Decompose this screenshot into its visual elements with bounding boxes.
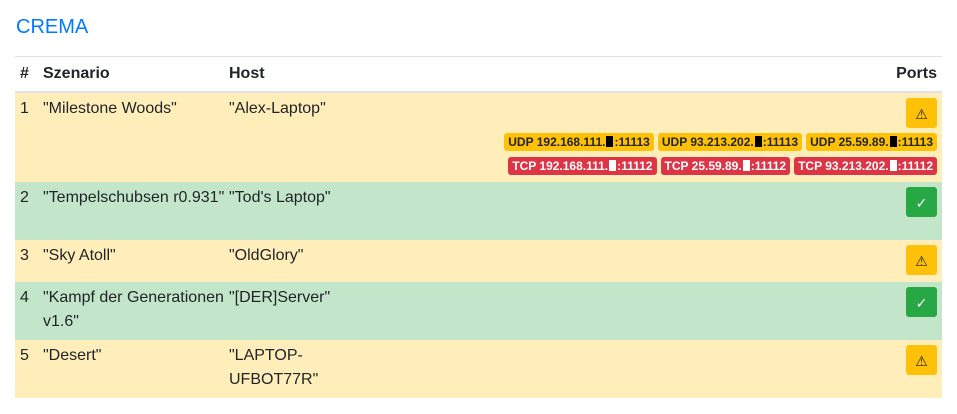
row-scenario: "Desert"	[43, 347, 102, 364]
table-row: 1 "Milestone Woods" "Alex-Laptop" ⚠ UDP …	[15, 92, 942, 182]
tcp-port-badge: TCP 25.59.89. :11112	[660, 157, 791, 175]
warning-status-button[interactable]: ⚠	[906, 245, 937, 275]
tcp-port-badge: TCP 192.168.111. :11112	[508, 157, 657, 175]
row-host: "OldGlory"	[229, 247, 304, 264]
udp-port-badge: UDP 93.213.202. :11113	[657, 133, 803, 151]
port-suffix: :11113	[897, 135, 933, 149]
port-suffix: :11113	[762, 135, 799, 149]
row-host: "[DER]Server"	[229, 289, 331, 306]
tcp-badge-line: TCP 192.168.111. :11112 TCP 25.59.89. :111…	[379, 156, 937, 180]
udp-port-badge: UDP 25.59.89. :11113	[806, 133, 937, 151]
port-suffix: :11112	[897, 159, 933, 173]
table-header-row: # Szenario Host Ports	[15, 56, 942, 93]
row-scenario: "Sky Atoll"	[43, 247, 116, 264]
port-suffix: :11112	[617, 159, 653, 173]
header-ports: Ports	[379, 56, 942, 93]
row-scenario: "Tempelschubsen r0.931"	[43, 189, 225, 206]
port-prefix: UDP 93.213.202.	[661, 135, 754, 149]
row-host: "Alex-Laptop"	[229, 100, 326, 117]
udp-badge-line: UDP 192.168.111. :11113 UDP 93.213.202. :1…	[379, 132, 937, 156]
redacted-mask	[754, 136, 762, 147]
port-prefix: UDP 192.168.111.	[508, 135, 606, 149]
table-row: 4 "Kampf der Generationen v1.6" "[DER]Se…	[15, 282, 942, 340]
warning-status-button[interactable]: ⚠	[906, 345, 937, 375]
ok-status-button[interactable]: ✓	[906, 287, 937, 317]
warning-status-button[interactable]: ⚠	[906, 98, 937, 128]
port-suffix: :11113	[614, 135, 650, 149]
row-host: "LAPTOP-UFBOT77R"	[229, 347, 319, 388]
row-ports: ✓	[379, 182, 942, 240]
redacted-mask	[889, 160, 897, 171]
port-badges: UDP 192.168.111. :11113 UDP 93.213.202. :1…	[379, 132, 937, 180]
port-prefix: UDP 25.59.89.	[810, 135, 889, 149]
header-num: #	[15, 56, 43, 93]
row-scenario: "Kampf der Generationen v1.6"	[43, 289, 224, 330]
udp-port-badge: UDP 192.168.111. :11113	[504, 133, 654, 151]
row-num: 5	[20, 347, 29, 364]
row-ports: ✓	[379, 282, 942, 340]
row-num: 2	[20, 189, 29, 206]
redacted-mask	[606, 136, 614, 147]
table-row: 2 "Tempelschubsen r0.931" "Tod's Laptop"…	[15, 182, 942, 240]
ok-status-button[interactable]: ✓	[906, 187, 937, 217]
port-prefix: TCP 192.168.111.	[512, 159, 609, 173]
row-num: 4	[20, 289, 29, 306]
port-suffix: :11112	[750, 159, 787, 173]
row-ports: ⚠	[379, 240, 942, 282]
row-num: 3	[20, 247, 29, 264]
tcp-port-badge: TCP 93.213.202. :11112	[794, 157, 937, 175]
servers-table: # Szenario Host Ports 1 "Milestone Woods…	[15, 56, 942, 398]
redacted-mask	[609, 160, 617, 171]
table-row: 3 "Sky Atoll" "OldGlory" ⚠	[15, 240, 942, 282]
redacted-mask	[742, 160, 750, 171]
row-ports: ⚠	[379, 340, 942, 398]
header-host: Host	[229, 56, 379, 93]
port-prefix: TCP 25.59.89.	[664, 159, 742, 173]
row-scenario: "Milestone Woods"	[43, 100, 177, 117]
row-host: "Tod's Laptop"	[229, 189, 331, 206]
row-num: 1	[20, 100, 29, 117]
app-title-link[interactable]: CREMA	[16, 15, 88, 39]
port-prefix: TCP 93.213.202.	[798, 159, 889, 173]
row-ports: ⚠ UDP 192.168.111. :11113 UDP 93.213.202.…	[379, 92, 942, 182]
header-scenario: Szenario	[43, 56, 229, 93]
redacted-mask	[889, 136, 897, 147]
table-row: 5 "Desert" "LAPTOP-UFBOT77R" ⚠	[15, 340, 942, 398]
